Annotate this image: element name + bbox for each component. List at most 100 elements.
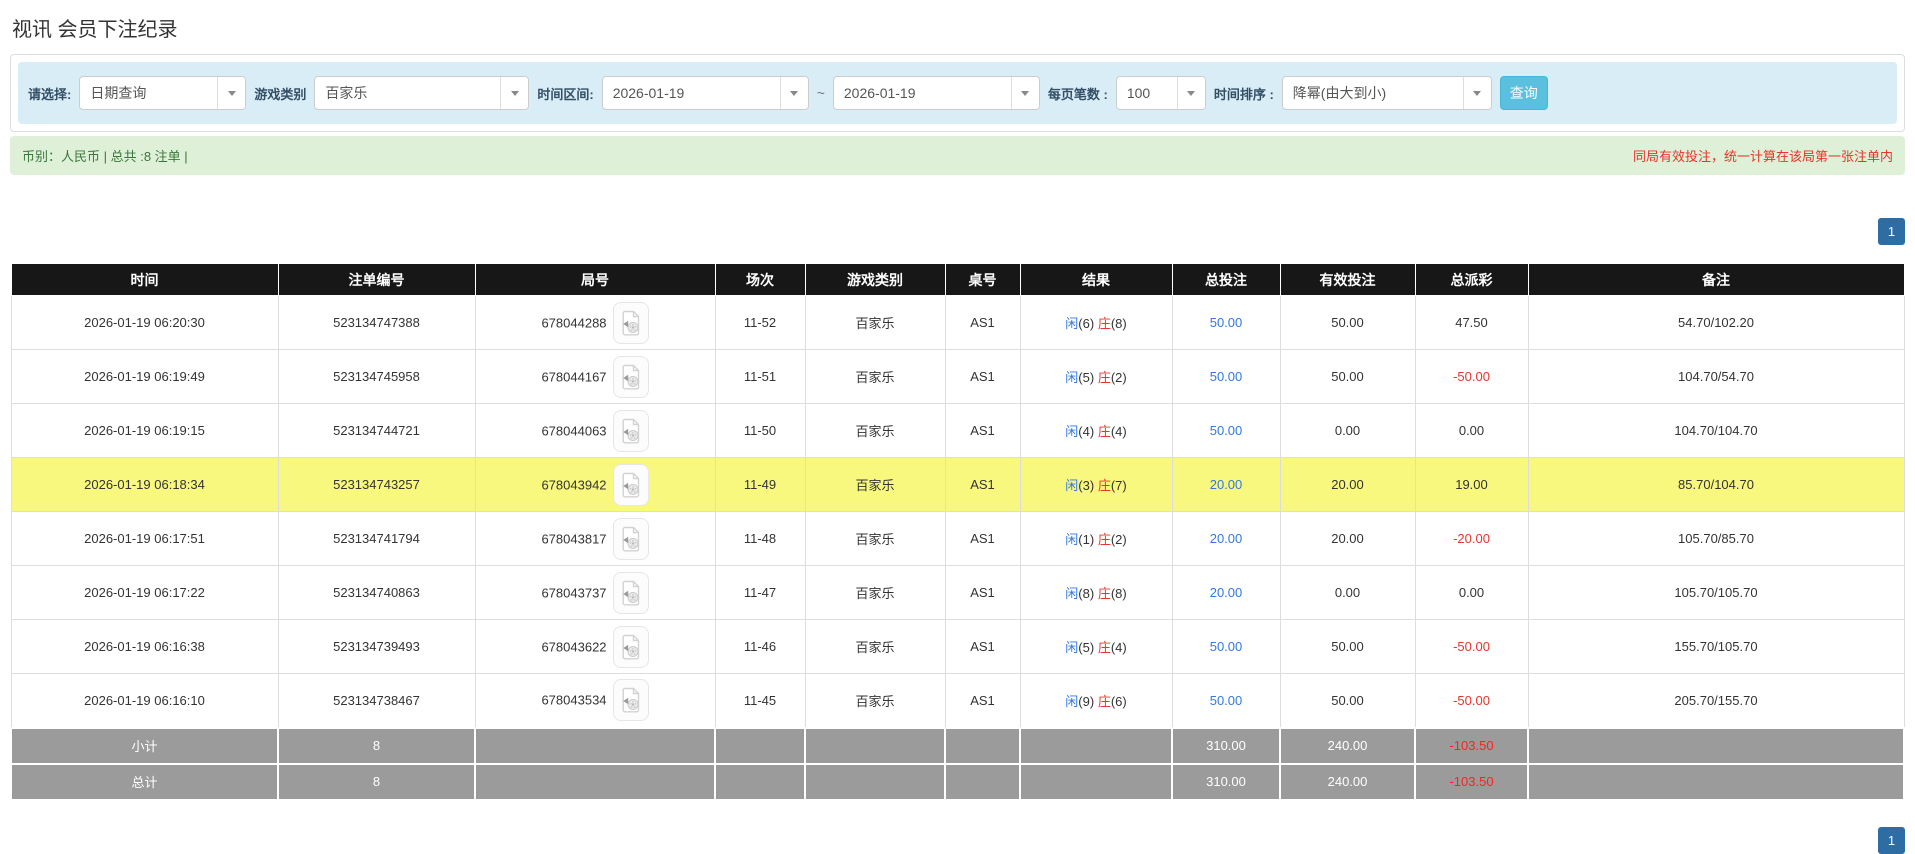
result-player-count: (3) xyxy=(1078,478,1095,493)
column-header-round: 局号 xyxy=(474,263,716,296)
status-bar: 币别：人民币 | 总共 :8 注单 | 同局有效投注，统一计算在该局第一张注单内 xyxy=(10,136,1905,175)
column-header-payout: 总派彩 xyxy=(1414,263,1529,296)
table-row: 2026-01-19 06:17:22 523134740863 6780437… xyxy=(10,565,1905,620)
video-file-icon xyxy=(622,526,639,551)
cell-session: 11-45 xyxy=(714,673,806,728)
video-replay-button[interactable] xyxy=(612,571,649,614)
cell-note: 104.70/54.70 xyxy=(1527,349,1905,404)
cell-total-bet: 20.00 xyxy=(1171,457,1281,512)
game-category-label: 游戏类别 xyxy=(254,86,307,102)
cell-result: 闲(5) 庄(2) xyxy=(1019,349,1173,404)
game-category-select[interactable]: 百家乐 xyxy=(314,76,530,110)
page-1-button[interactable]: 1 xyxy=(1878,826,1905,854)
caret-down-icon xyxy=(1021,90,1030,96)
video-replay-button[interactable] xyxy=(612,463,649,506)
page-title: 视讯 会员下注纪录 xyxy=(12,19,178,41)
total-payout: -103.50 xyxy=(1414,762,1529,801)
table-row: 2026-01-19 06:16:38 523134739493 6780436… xyxy=(10,619,1905,674)
result-player-count: (5) xyxy=(1078,640,1095,655)
search-button[interactable]: 查询 xyxy=(1499,76,1548,110)
cell-game: 百家乐 xyxy=(804,295,946,350)
cell-total-bet: 50.00 xyxy=(1171,673,1281,728)
cell-game: 百家乐 xyxy=(804,457,946,512)
date-from-select[interactable]: 2026-01-19 xyxy=(601,76,809,110)
cell-total-bet: 50.00 xyxy=(1171,295,1281,350)
cell-bet-id: 523134738467 xyxy=(277,673,476,728)
page-size-value: 100 xyxy=(1126,85,1151,101)
round-number: 678044288 xyxy=(541,315,607,330)
query-type-select[interactable]: 日期查询 xyxy=(79,76,247,110)
column-header-session: 场次 xyxy=(714,263,806,296)
cell-table: AS1 xyxy=(944,673,1021,728)
result-banker-count: (2) xyxy=(1110,532,1127,547)
time-sort-select[interactable]: 降幂(由大到小) xyxy=(1281,76,1492,110)
cell-total-bet: 50.00 xyxy=(1171,619,1281,674)
page-size-select[interactable]: 100 xyxy=(1115,76,1206,110)
cell-note: 105.70/105.70 xyxy=(1527,565,1905,620)
cell-payout: -50.00 xyxy=(1414,349,1529,404)
cell-total-bet: 50.00 xyxy=(1171,403,1281,458)
result-banker: 庄 xyxy=(1097,693,1111,709)
subtotal-total-bet: 310.00 xyxy=(1171,726,1281,765)
video-replay-button[interactable] xyxy=(612,301,649,344)
date-to-value: 2026-01-19 xyxy=(843,85,916,101)
page-1-button[interactable]: 1 xyxy=(1878,218,1905,245)
cell-round: 678044167 xyxy=(474,349,716,404)
cell-table: AS1 xyxy=(944,403,1021,458)
cell-result: 闲(5) 庄(4) xyxy=(1019,619,1173,674)
video-replay-button[interactable] xyxy=(612,355,649,398)
video-replay-button[interactable] xyxy=(612,625,649,668)
cell-table: AS1 xyxy=(944,457,1021,512)
cell-result: 闲(4) 庄(4) xyxy=(1019,403,1173,458)
round-number: 678043737 xyxy=(541,585,607,600)
cell-payout: -50.00 xyxy=(1414,619,1529,674)
cell-time: 2026-01-19 06:20:30 xyxy=(10,295,279,350)
result-banker: 庄 xyxy=(1097,370,1111,385)
date-to-select[interactable]: 2026-01-19 xyxy=(832,76,1040,110)
cell-game: 百家乐 xyxy=(804,349,946,404)
subtotal-valid-bet: 240.00 xyxy=(1279,726,1416,765)
subtotal-count: 8 xyxy=(277,726,476,765)
caret-down-icon xyxy=(1187,90,1196,96)
column-header-time: 时间 xyxy=(10,263,279,296)
cell-total-bet: 50.00 xyxy=(1171,349,1281,404)
subtotal-row: 小计 8 310.00 240.00 -103.50 xyxy=(10,726,1905,765)
cell-table: AS1 xyxy=(944,619,1021,674)
table-row: 2026-01-19 06:17:51 523134741794 6780438… xyxy=(10,511,1905,566)
cell-round: 678043534 xyxy=(474,673,716,728)
table-row: 2026-01-19 06:19:15 523134744721 6780440… xyxy=(10,403,1905,458)
pagination-bottom: 1 xyxy=(10,826,1905,854)
result-banker: 庄 xyxy=(1097,640,1111,655)
game-category-caret xyxy=(500,77,529,109)
page-size-caret xyxy=(1176,77,1205,109)
cell-payout: 47.50 xyxy=(1414,295,1529,350)
result-banker: 庄 xyxy=(1097,532,1111,547)
result-banker: 庄 xyxy=(1097,316,1111,331)
result-banker-count: (4) xyxy=(1110,640,1127,655)
cell-game: 百家乐 xyxy=(804,403,946,458)
subtotal-payout: -103.50 xyxy=(1414,726,1529,765)
round-number: 678044063 xyxy=(541,423,607,438)
bet-records-table: 时间 注单编号 局号 场次 游戏类别 桌号 结果 总投注 有效投注 总派彩 备注… xyxy=(10,263,1905,801)
cell-result: 闲(8) 庄(8) xyxy=(1019,565,1173,620)
cell-payout: -50.00 xyxy=(1414,673,1529,728)
column-header-note: 备注 xyxy=(1527,263,1905,296)
filter-bar: 请选择: 日期查询 游戏类别 百家乐 时间区间: 2026-01-19 ~ 20… xyxy=(18,62,1897,124)
cell-valid-bet: 50.00 xyxy=(1279,673,1416,728)
cell-bet-id: 523134743257 xyxy=(277,457,476,512)
cell-result: 闲(1) 庄(2) xyxy=(1019,511,1173,566)
video-file-icon xyxy=(622,310,639,335)
column-header-valid-bet: 有效投注 xyxy=(1279,263,1416,296)
cell-payout: 19.00 xyxy=(1414,457,1529,512)
video-replay-button[interactable] xyxy=(612,409,649,452)
result-player: 闲 xyxy=(1065,586,1079,601)
time-range-label: 时间区间: xyxy=(537,86,594,102)
video-file-icon xyxy=(622,580,639,605)
video-replay-button[interactable] xyxy=(612,679,649,722)
result-banker-count: (8) xyxy=(1110,586,1127,601)
video-replay-button[interactable] xyxy=(612,517,649,560)
cell-note: 105.70/85.70 xyxy=(1527,511,1905,566)
cell-time: 2026-01-19 06:19:49 xyxy=(10,349,279,404)
column-header-total-bet: 总投注 xyxy=(1171,263,1281,296)
total-valid-bet: 240.00 xyxy=(1279,762,1416,801)
